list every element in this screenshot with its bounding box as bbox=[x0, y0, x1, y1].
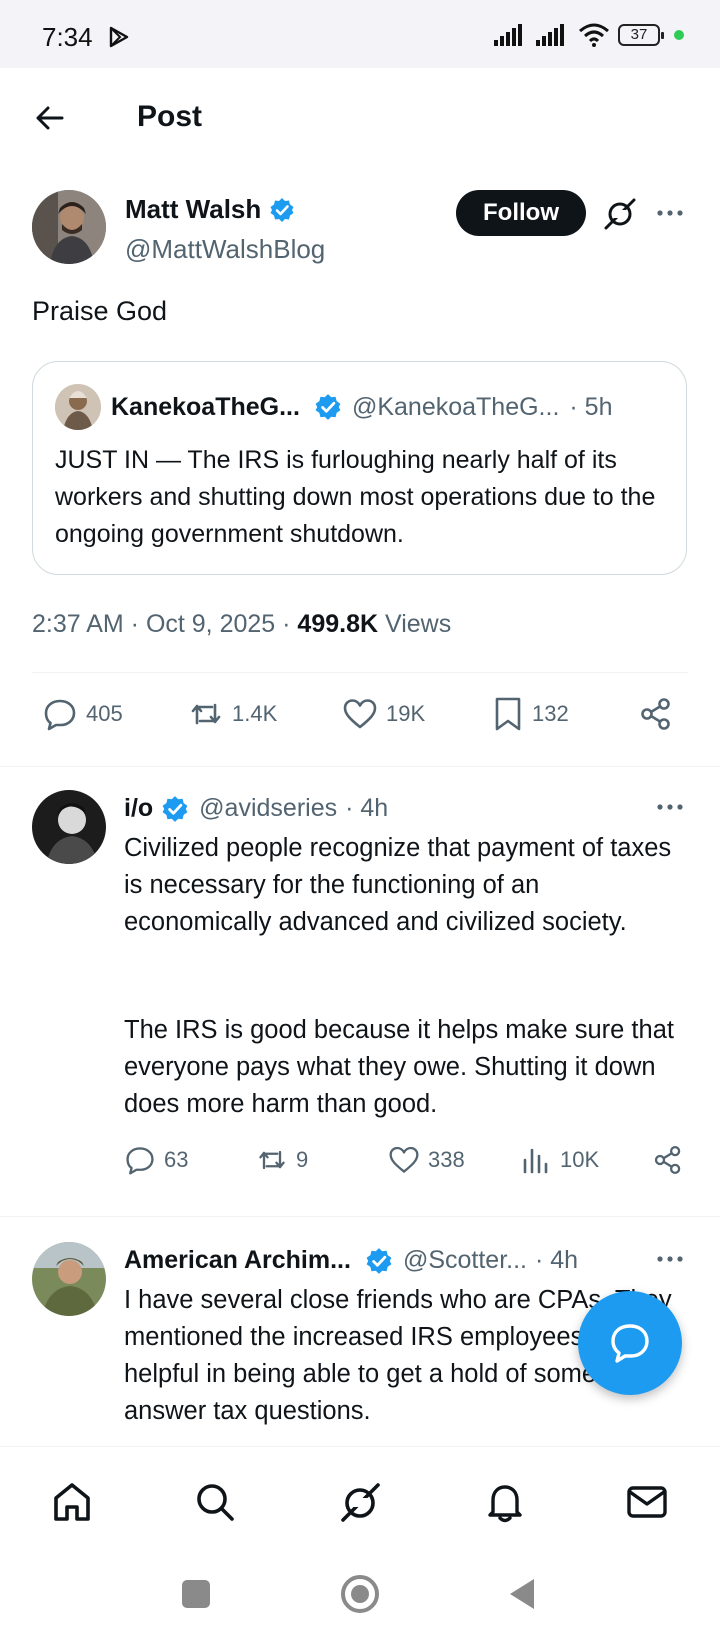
reply-author-handle[interactable]: @Scotter... bbox=[403, 1246, 527, 1275]
more-icon[interactable] bbox=[652, 198, 688, 228]
nav-notifications[interactable] bbox=[480, 1477, 530, 1527]
reply-author-name[interactable]: i/o bbox=[124, 794, 153, 823]
reply-tweet[interactable]: i/o @avidseries · 4h Civilized people re… bbox=[0, 766, 720, 1216]
nav-search[interactable] bbox=[190, 1477, 240, 1527]
reply-author-name[interactable]: American Archim... bbox=[124, 1246, 351, 1275]
wifi-icon bbox=[579, 23, 609, 47]
reply-text: Civilized people recognize that payment … bbox=[124, 834, 672, 936]
reply-time: · 4h bbox=[345, 794, 389, 822]
home-circle-icon[interactable] bbox=[340, 1574, 380, 1614]
quoted-tweet[interactable]: KanekoaTheG... @KanekoaTheG... · 5h JUST… bbox=[32, 361, 687, 575]
like-button[interactable]: 338 bbox=[388, 1144, 465, 1176]
tweet-actions: 405 1.4K 19K 132 bbox=[0, 696, 720, 746]
verified-badge-icon bbox=[315, 394, 341, 420]
like-button[interactable]: 19K bbox=[342, 696, 425, 732]
repost-count: 1.4K bbox=[232, 701, 278, 726]
privacy-indicator bbox=[674, 30, 684, 40]
search-icon bbox=[197, 1484, 234, 1521]
quoted-author-name: KanekoaTheG... bbox=[111, 392, 300, 421]
repost-button[interactable]: 9 bbox=[256, 1144, 308, 1176]
status-icons: 37 bbox=[494, 22, 684, 48]
tweet-text: Praise God bbox=[32, 296, 168, 326]
signal-icon-2 bbox=[536, 24, 564, 46]
arrow-left-icon[interactable] bbox=[28, 96, 72, 140]
reply-header: i/o @avidseries · 4h bbox=[124, 794, 388, 823]
share-button[interactable] bbox=[652, 1144, 684, 1176]
quoted-author-handle: @KanekoaTheG... bbox=[351, 392, 560, 421]
bottom-navigation bbox=[0, 1446, 720, 1556]
repost-button[interactable]: 1.4K bbox=[188, 696, 277, 732]
reply-time: · 4h bbox=[534, 1246, 579, 1274]
more-icon[interactable] bbox=[652, 1244, 688, 1274]
nav-home[interactable] bbox=[47, 1477, 97, 1527]
author-handle[interactable]: @MattWalshBlog bbox=[125, 234, 325, 265]
grok-icon bbox=[341, 1483, 380, 1522]
repost-count: 9 bbox=[296, 1147, 309, 1172]
reply-text-paragraph-2: The IRS is good because it helps make su… bbox=[124, 1016, 674, 1118]
chat-bubble-icon bbox=[611, 1324, 649, 1363]
quoted-time: · 5h bbox=[569, 392, 613, 421]
recents-icon[interactable] bbox=[180, 1578, 212, 1610]
play-store-icon bbox=[109, 26, 129, 48]
top-app-bar: Post bbox=[0, 68, 720, 168]
views-label: Views bbox=[385, 610, 452, 638]
verified-badge-icon bbox=[162, 795, 188, 822]
tweet-meta: 2:37 AM · Oct 9, 2025 · 499.8K Views bbox=[32, 610, 451, 639]
tweet-timestamp: 2:37 AM · Oct 9, 2025 · bbox=[32, 610, 291, 638]
reply-count: 63 bbox=[164, 1147, 189, 1172]
nav-grok[interactable] bbox=[335, 1477, 385, 1527]
reply-author-handle[interactable]: @avidseries bbox=[199, 794, 337, 823]
status-time: 7:34 bbox=[42, 22, 93, 52]
heart-icon bbox=[389, 1146, 419, 1173]
signal-icon bbox=[494, 24, 522, 46]
like-count: 19K bbox=[386, 701, 426, 726]
avatar bbox=[55, 384, 101, 430]
divider bbox=[32, 672, 688, 673]
grok-icon[interactable] bbox=[602, 196, 638, 232]
verified-badge-icon bbox=[270, 197, 294, 222]
reply-count: 405 bbox=[86, 701, 123, 726]
reply-button[interactable]: 63 bbox=[124, 1144, 188, 1176]
mail-icon bbox=[627, 1486, 667, 1518]
bookmark-icon bbox=[495, 697, 521, 731]
share-icon bbox=[654, 1145, 681, 1175]
avatar[interactable] bbox=[32, 190, 106, 264]
verified-badge-icon bbox=[366, 1247, 392, 1274]
page-title: Post bbox=[137, 100, 203, 133]
heart-icon bbox=[343, 699, 377, 729]
author-name[interactable]: Matt Walsh bbox=[125, 194, 295, 225]
repost-icon bbox=[191, 703, 221, 725]
bookmark-count: 132 bbox=[532, 701, 569, 726]
views-count: 499.8K bbox=[297, 610, 379, 638]
compose-reply-button[interactable] bbox=[578, 1291, 682, 1395]
more-icon[interactable] bbox=[652, 792, 688, 822]
share-button[interactable] bbox=[638, 696, 674, 732]
home-icon bbox=[54, 1483, 90, 1521]
reply-button[interactable]: 405 bbox=[42, 696, 123, 732]
reply-icon bbox=[44, 699, 76, 731]
repost-icon bbox=[259, 1150, 285, 1170]
quoted-tweet-text: JUST IN — The IRS is furloughing nearly … bbox=[55, 446, 656, 548]
main-tweet-header: Matt Walsh @MattWalshBlog Follow bbox=[32, 190, 692, 270]
reply-icon bbox=[126, 1147, 154, 1175]
avatar[interactable] bbox=[32, 790, 106, 864]
reply-actions: 63 9 338 10K bbox=[0, 1144, 720, 1194]
nav-messages[interactable] bbox=[622, 1477, 672, 1527]
system-navigation bbox=[0, 1556, 720, 1640]
reply-header: American Archim... @Scotter... · 4h bbox=[124, 1246, 578, 1275]
avatar[interactable] bbox=[32, 1242, 106, 1316]
back-triangle-icon[interactable] bbox=[506, 1576, 538, 1612]
quoted-tweet-header: KanekoaTheG... @KanekoaTheG... · 5h bbox=[55, 384, 612, 430]
share-icon bbox=[641, 698, 670, 730]
views-icon bbox=[523, 1148, 548, 1174]
status-bar: 7:34 37 bbox=[0, 0, 720, 68]
views-count: 10K bbox=[560, 1147, 600, 1172]
bookmark-button[interactable]: 132 bbox=[492, 696, 569, 732]
follow-button[interactable]: Follow bbox=[456, 190, 586, 236]
bell-icon bbox=[488, 1485, 522, 1523]
views-button[interactable]: 10K bbox=[520, 1144, 599, 1176]
battery-indicator: 37 bbox=[618, 24, 664, 46]
like-count: 338 bbox=[428, 1147, 465, 1172]
